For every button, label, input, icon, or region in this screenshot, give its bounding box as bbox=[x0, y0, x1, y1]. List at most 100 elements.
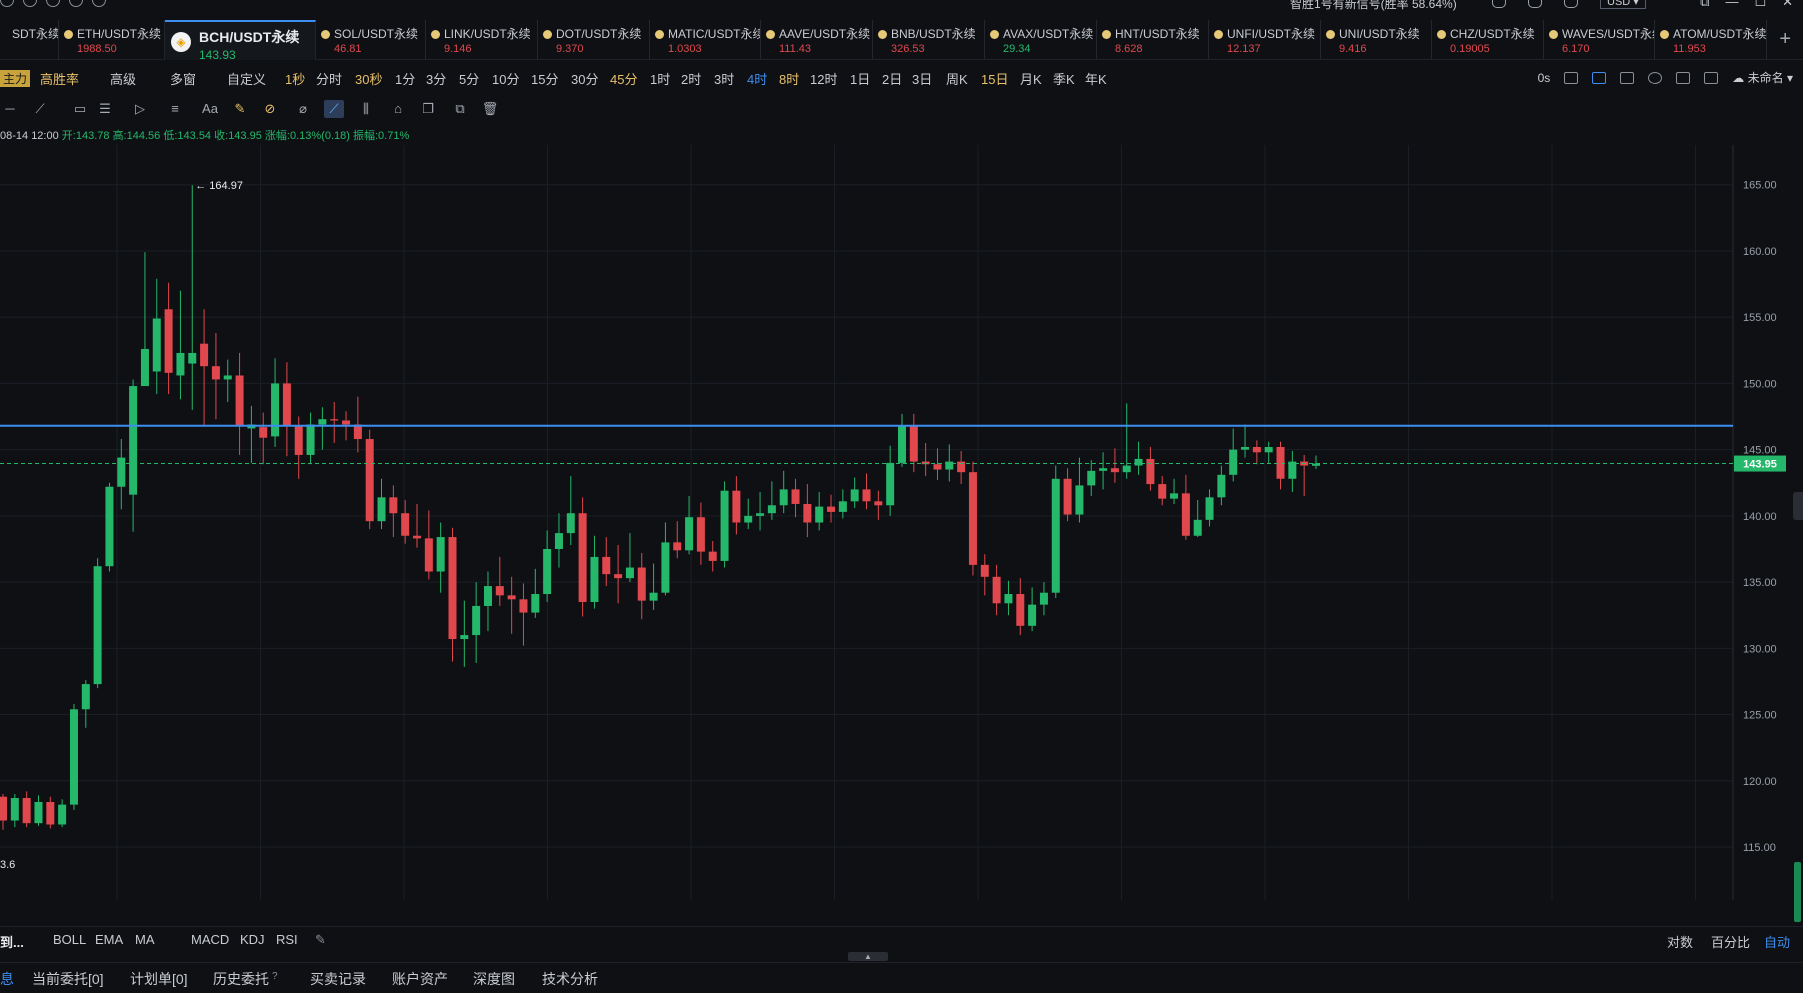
cloud-layout-button[interactable]: ☁ 未命名 ▾ bbox=[1732, 69, 1793, 86]
tab-chz[interactable]: CHZ/USDT永续 0.19005 bbox=[1432, 20, 1544, 60]
tab-plan-orders[interactable]: 计划单[0] bbox=[130, 969, 188, 989]
interval-9[interactable]: 3分 bbox=[426, 69, 446, 88]
tab-sol[interactable]: SOL/USDT永续 46.81 bbox=[316, 20, 426, 60]
channel-icon[interactable]: ≡ bbox=[165, 100, 185, 118]
close-icon[interactable]: ✕ bbox=[1782, 0, 1793, 10]
interval-11[interactable]: 10分 bbox=[492, 69, 519, 88]
indicator-ma[interactable]: MA bbox=[135, 932, 155, 947]
tab-waves[interactable]: WAVES/USDT永续 6.170 bbox=[1544, 20, 1655, 60]
pattern-icon[interactable]: ▷ bbox=[130, 100, 150, 118]
interval-0[interactable]: 主力 bbox=[0, 70, 31, 87]
interval-15[interactable]: 1时 bbox=[650, 69, 670, 88]
interval-1[interactable]: 高胜率 bbox=[40, 69, 79, 88]
brush-icon[interactable]: ✎ bbox=[230, 100, 250, 118]
indicator-ema[interactable]: EMA bbox=[95, 932, 123, 947]
shirt-icon[interactable] bbox=[1564, 0, 1578, 8]
interval-27[interactable]: 季K bbox=[1053, 69, 1075, 88]
pen-icon[interactable] bbox=[1592, 71, 1607, 84]
interval-26[interactable]: 月K bbox=[1020, 69, 1042, 88]
interval-12[interactable]: 15分 bbox=[531, 69, 558, 88]
indicator-boll[interactable]: BOLL bbox=[53, 932, 86, 947]
template-icon[interactable]: ⧉ bbox=[450, 100, 470, 118]
interval-24[interactable]: 周K bbox=[946, 69, 968, 88]
indicator-kdj[interactable]: KDJ bbox=[240, 932, 265, 947]
tab-atom[interactable]: ATOM/USDT永续 11.953 bbox=[1655, 20, 1767, 60]
tab-eth[interactable]: ETH/USDT永续 1988.50 bbox=[59, 20, 165, 60]
add-tab-button[interactable]: + bbox=[1779, 28, 1791, 51]
volume-scroll-indicator[interactable] bbox=[1794, 862, 1801, 922]
phone-icon[interactable] bbox=[92, 0, 106, 7]
tab-trade-records[interactable]: 买卖记录 bbox=[310, 969, 366, 989]
camera-icon[interactable] bbox=[1564, 71, 1579, 84]
bars-icon[interactable]: ⫼ bbox=[356, 100, 376, 118]
tab-aave[interactable]: AAVE/USDT永续 111.43 bbox=[761, 20, 873, 60]
scale-percent[interactable]: 百分比 bbox=[1711, 932, 1750, 951]
circle-icon[interactable] bbox=[0, 0, 14, 7]
interval-28[interactable]: 年K bbox=[1085, 69, 1107, 88]
indicator-rsi[interactable]: RSI bbox=[276, 932, 298, 947]
minimize-icon[interactable]: — bbox=[1725, 0, 1738, 10]
bell-icon[interactable] bbox=[1492, 0, 1506, 8]
rectangle-icon[interactable]: ▭ bbox=[70, 100, 90, 118]
pause-icon[interactable] bbox=[23, 0, 37, 7]
text-icon[interactable]: Aa bbox=[200, 100, 220, 118]
interval-8[interactable]: 1分 bbox=[395, 69, 415, 88]
tab-order-history[interactable]: 历史委托 bbox=[213, 969, 269, 989]
tab-depth-chart[interactable]: 深度图 bbox=[473, 969, 515, 989]
interval-17[interactable]: 3时 bbox=[714, 69, 734, 88]
tab-open-orders[interactable]: 当前委托[0] bbox=[32, 969, 104, 989]
price-chart[interactable]: 115.00 120.00 125.00 130.00 135.00 140.00 145.… bbox=[0, 145, 1803, 900]
scale-auto[interactable]: 自动 bbox=[1764, 932, 1790, 951]
copy-icon[interactable]: ❐ bbox=[418, 100, 438, 118]
indicator-left-label[interactable]: 到... bbox=[0, 932, 24, 951]
bolt-icon[interactable] bbox=[46, 0, 60, 7]
interval-21[interactable]: 1日 bbox=[850, 69, 870, 88]
tab-link[interactable]: LINK/USDT永续 9.146 bbox=[426, 20, 538, 60]
interval-10[interactable]: 5分 bbox=[459, 69, 479, 88]
tab-hnt[interactable]: HNT/USDT永续 8.628 bbox=[1097, 20, 1209, 60]
tab-sdt永续[interactable]: SDT永续 bbox=[0, 20, 59, 60]
interval-4[interactable]: 自定义 bbox=[227, 69, 266, 88]
tab-uni[interactable]: UNI/USDT永续 9.416 bbox=[1321, 20, 1432, 60]
scale-log[interactable]: 对数 bbox=[1667, 932, 1693, 951]
snapshot-icon[interactable] bbox=[1676, 71, 1691, 84]
fib-icon[interactable]: ☰ bbox=[95, 100, 115, 118]
edit-indicator-icon[interactable]: ✎ bbox=[315, 932, 326, 948]
interval-13[interactable]: 30分 bbox=[571, 69, 598, 88]
fullscreen-exit-icon[interactable] bbox=[1620, 71, 1635, 84]
interval-19[interactable]: 8时 bbox=[779, 69, 799, 88]
sync-icon[interactable] bbox=[69, 0, 83, 7]
interval-16[interactable]: 2时 bbox=[681, 69, 701, 88]
trash-icon[interactable]: 🗑 bbox=[480, 100, 500, 118]
maximize-icon[interactable]: ☐ bbox=[1754, 0, 1766, 10]
ruler-icon[interactable]: ⌀ bbox=[293, 100, 313, 118]
horizontal-line-icon[interactable]: ─ bbox=[0, 100, 20, 118]
trend-line-icon[interactable]: ⟋ bbox=[30, 100, 50, 118]
external-link-icon[interactable]: ⧉ bbox=[1700, 0, 1709, 10]
tab-avax[interactable]: AVAX/USDT永续 29.34 bbox=[985, 20, 1097, 60]
tab-bnb[interactable]: BNB/USDT永续 326.53 bbox=[873, 20, 985, 60]
eraser-icon[interactable]: ⊘ bbox=[260, 100, 280, 118]
interval-2[interactable]: 高级 bbox=[110, 69, 136, 88]
signal-notice[interactable]: 智胜1号有新信号(胜率 58.64%) bbox=[1290, 0, 1457, 12]
tab-bch[interactable]: ◈ BCH/USDT永续 143.93 bbox=[165, 20, 316, 60]
gear-icon[interactable] bbox=[1648, 71, 1663, 84]
currency-select[interactable]: USD ▾ bbox=[1600, 0, 1646, 9]
interval-22[interactable]: 2日 bbox=[882, 69, 902, 88]
collapse-panel-button[interactable]: ▲ bbox=[848, 952, 888, 961]
tab-matic[interactable]: MATIC/USDT永续 1.0303 bbox=[650, 20, 761, 60]
expand-icon[interactable] bbox=[1704, 71, 1719, 84]
interval-3[interactable]: 多窗 bbox=[170, 69, 196, 88]
interval-6[interactable]: 分时 bbox=[316, 69, 342, 88]
tab-dot[interactable]: DOT/USDT永续 9.370 bbox=[538, 20, 650, 60]
interval-14[interactable]: 45分 bbox=[610, 69, 637, 88]
interval-25[interactable]: 15日 bbox=[981, 69, 1008, 88]
tab-technical-analysis[interactable]: 技术分析 bbox=[542, 969, 598, 989]
lock-icon[interactable]: ⌂ bbox=[388, 100, 408, 118]
indicator-macd[interactable]: MACD bbox=[191, 932, 229, 947]
interval-18[interactable]: 4时 bbox=[747, 69, 767, 88]
search-icon[interactable] bbox=[1528, 0, 1542, 8]
candlestick-chart[interactable]: 115.00 120.00 125.00 130.00 135.00 140.00 145.… bbox=[0, 145, 1803, 900]
interval-7[interactable]: 30秒 bbox=[355, 69, 382, 88]
interval-20[interactable]: 12时 bbox=[810, 69, 837, 88]
